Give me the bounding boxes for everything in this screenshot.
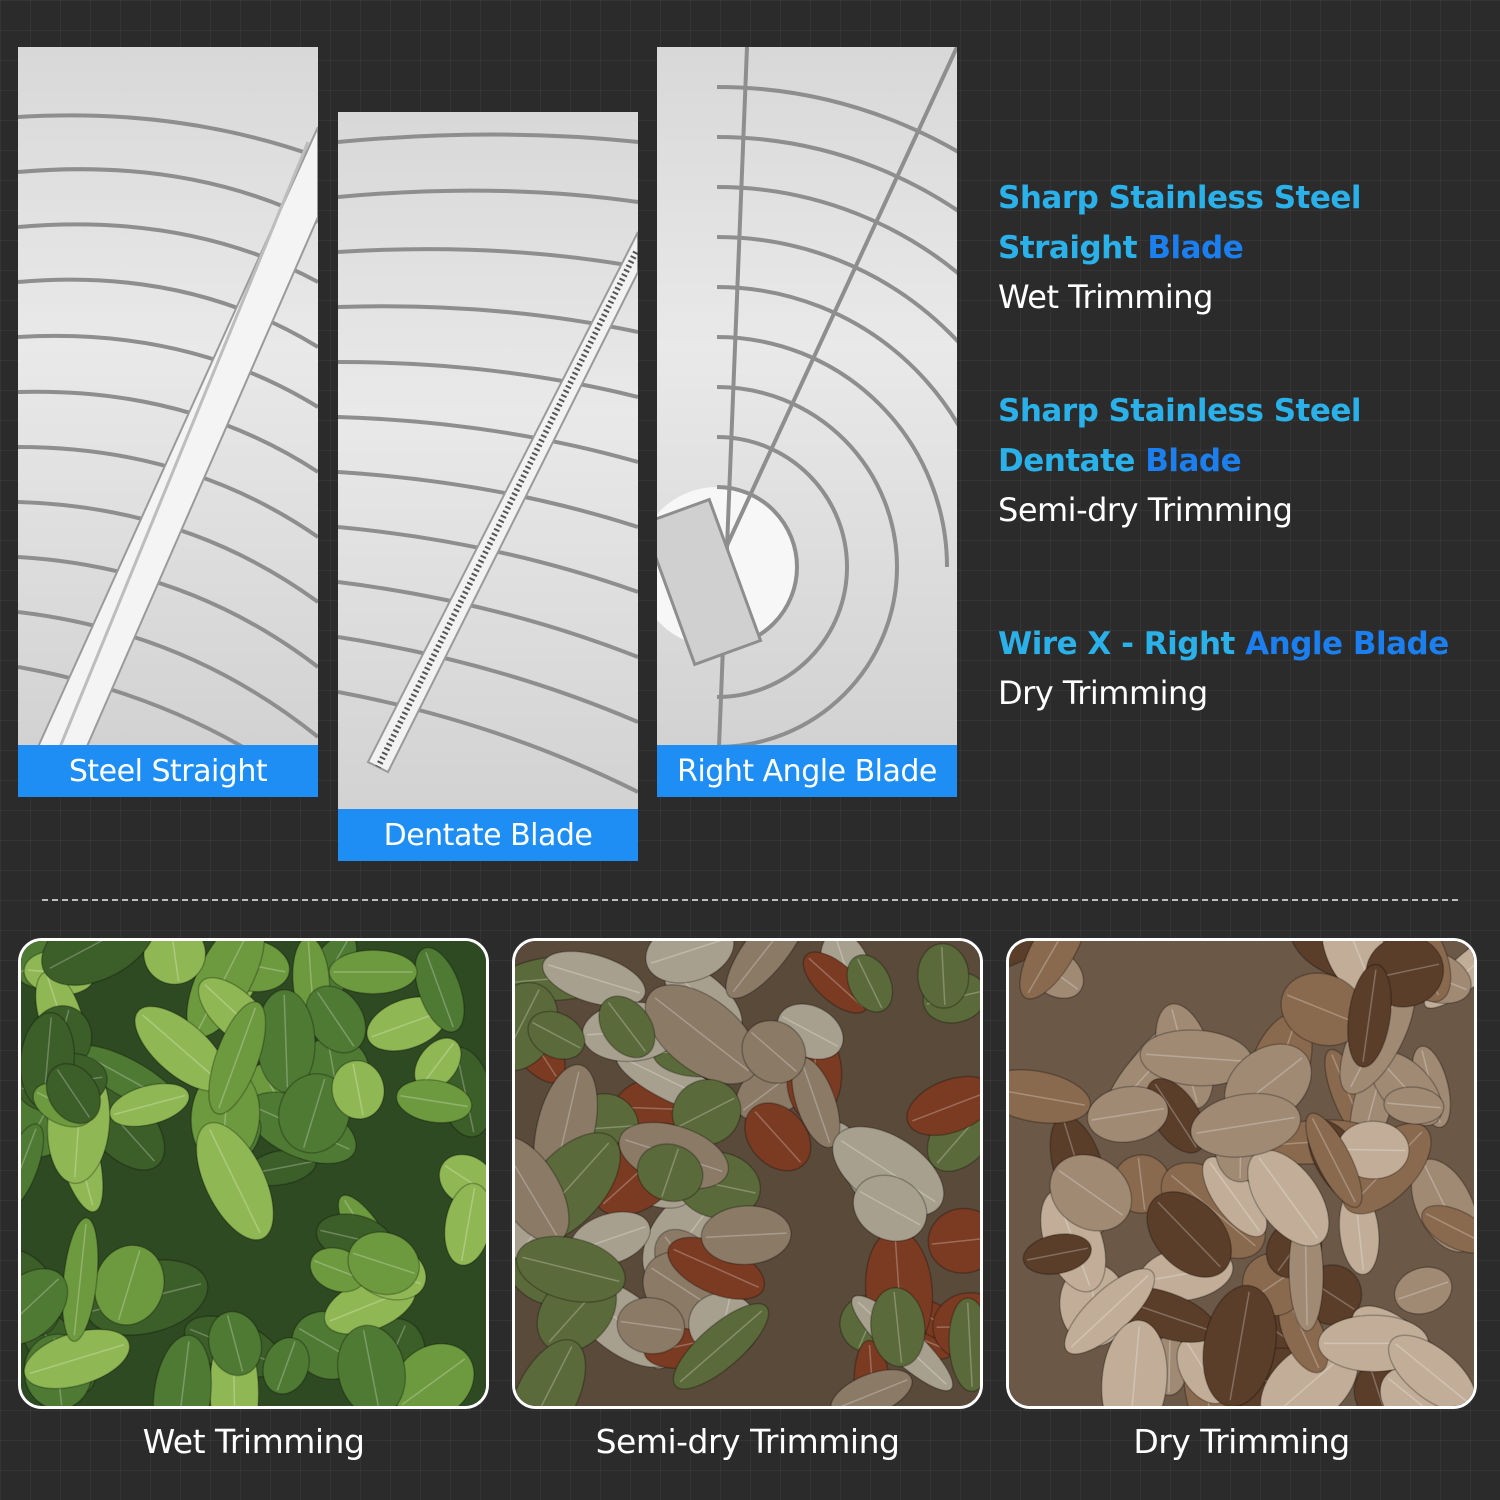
spec-straight-title-1: Sharp Stainless Steel — [998, 180, 1362, 216]
spec-dentate: Sharp Stainless Steel Dentate Blade Semi… — [998, 393, 1362, 529]
spec-straight: Sharp Stainless Steel Straight Blade Wet… — [998, 180, 1362, 316]
right-angle-blade-image — [657, 47, 957, 797]
spec-right-angle: Wire X - Right Angle Blade Dry Trimming — [998, 626, 1449, 712]
right-angle-blade-card: Right Angle Blade — [657, 47, 957, 797]
semi-dry-leaves-image — [512, 938, 983, 1409]
spec-right-angle-subtitle: Dry Trimming — [998, 674, 1208, 712]
dentate-blade-card: Dentate Blade — [338, 112, 638, 861]
leaf-vein — [1168, 1338, 1171, 1393]
straight-blade-image — [18, 113, 318, 797]
spec-straight-title-2a: Straight — [998, 230, 1148, 266]
dry-trimming-caption: Dry Trimming — [1133, 1422, 1350, 1461]
semi-dry-trimming-caption: Semi-dry Trimming — [595, 1422, 900, 1461]
spec-straight-subtitle: Wet Trimming — [998, 278, 1213, 316]
spec-right-angle-title: Wire X - Right Angle Blade — [998, 626, 1449, 662]
dry-leaves-image — [1006, 938, 1477, 1409]
spec-dentate-title-1: Sharp Stainless Steel — [998, 393, 1362, 429]
spec-straight-title-2: Straight Blade — [998, 230, 1361, 266]
dashed-divider — [42, 899, 1458, 901]
steel-straight-blade-card: Steel Straight — [18, 47, 318, 797]
spec-dentate-title-2: Dentate Blade — [998, 443, 1361, 479]
spec-right-angle-title-a: Wire X - Right — [998, 626, 1246, 662]
spec-dentate-title-2a: Dentate — [998, 443, 1146, 479]
right-angle-blade-label: Right Angle Blade — [657, 745, 957, 797]
spec-right-angle-title-b: Angle Blade — [1245, 626, 1449, 662]
spec-straight-title-2b: Blade — [1147, 230, 1244, 266]
spec-dentate-subtitle: Semi-dry Trimming — [998, 491, 1293, 529]
wet-trimming-caption: Wet Trimming — [142, 1422, 365, 1461]
steel-straight-label: Steel Straight — [18, 745, 318, 797]
wet-leaves-image — [18, 938, 489, 1409]
dentate-blade-label: Dentate Blade — [338, 809, 638, 861]
dentate-blade-image — [338, 132, 638, 794]
spec-dentate-title-2b: Blade — [1145, 443, 1242, 479]
